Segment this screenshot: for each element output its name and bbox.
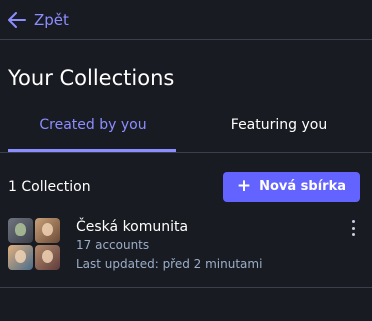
plus-icon: + <box>236 176 252 196</box>
avatar <box>8 245 33 270</box>
avatar <box>8 218 33 243</box>
collection-info: Česká komunita 17 accounts Last updated:… <box>76 218 262 274</box>
back-label: Zpět <box>34 10 69 29</box>
top-bar: Zpět <box>0 0 372 40</box>
new-collection-label: Nová sbírka <box>259 179 346 194</box>
back-button[interactable]: Zpět <box>8 11 69 29</box>
more-vertical-icon[interactable] <box>350 220 356 236</box>
collection-account-count: 17 accounts <box>76 238 150 252</box>
tab-bar: Created by you Featuring you <box>0 97 372 153</box>
tab-created-by-you[interactable]: Created by you <box>0 97 186 152</box>
avatar <box>35 245 60 270</box>
collection-name[interactable]: Česká komunita <box>76 218 262 236</box>
collection-avatars <box>8 218 62 272</box>
arrow-left-icon <box>8 11 26 28</box>
new-collection-button[interactable]: + Nová sbírka <box>222 171 360 202</box>
collection-list-item[interactable]: Česká komunita 17 accounts Last updated:… <box>0 208 372 288</box>
collection-last-updated: Last updated: před 2 minutami <box>76 257 263 271</box>
avatar <box>35 218 60 243</box>
tab-featuring-you[interactable]: Featuring you <box>186 97 372 152</box>
collection-count: 1 Collection <box>8 178 91 195</box>
